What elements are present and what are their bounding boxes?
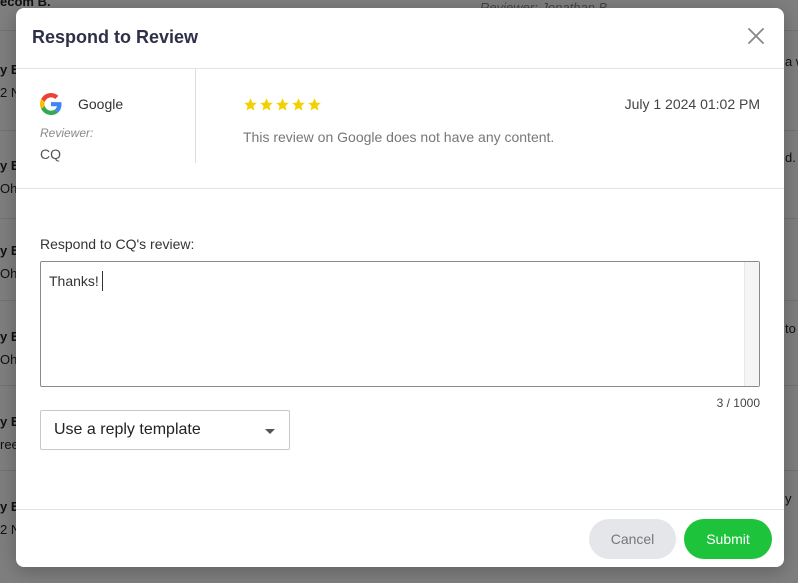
- cancel-button[interactable]: Cancel: [589, 519, 676, 559]
- review-summary: Google Reviewer: CQ July 1 2024 01:02 PM…: [16, 69, 784, 189]
- star-icon: [308, 98, 321, 111]
- reviewer-label: Reviewer:: [40, 126, 94, 140]
- close-icon: [748, 28, 764, 44]
- respond-label: Respond to CQ's review:: [40, 236, 195, 252]
- template-select-label: Use a reply template: [54, 421, 201, 438]
- reply-template-select[interactable]: Use a reply template: [40, 410, 290, 450]
- star-icon: [276, 98, 289, 111]
- modal-title: Respond to Review: [32, 27, 199, 47]
- star-icon: [244, 98, 257, 111]
- star-icon: [292, 98, 305, 111]
- textarea-scrollbar[interactable]: [744, 262, 759, 386]
- review-source-name: Google: [78, 96, 124, 112]
- modal-footer: Cancel Submit: [16, 509, 784, 567]
- review-date: July 1 2024 01:02 PM: [624, 96, 760, 112]
- modal-header: Respond to Review: [16, 8, 784, 69]
- google-logo-icon: [40, 93, 62, 115]
- close-button[interactable]: [746, 26, 766, 46]
- star-rating: [243, 97, 322, 112]
- review-content: This review on Google does not have any …: [243, 129, 555, 145]
- text-cursor: [101, 271, 103, 291]
- character-count: 3 / 1000: [716, 396, 760, 410]
- reviewer-name: CQ: [40, 146, 61, 162]
- reply-text: Thanks!: [49, 273, 99, 289]
- vertical-divider: [195, 69, 196, 163]
- chevron-down-icon: [265, 429, 275, 434]
- respond-review-modal: Respond to Review Google Reviewer: CQ Ju…: [16, 8, 784, 567]
- star-icon: [260, 98, 273, 111]
- submit-button[interactable]: Submit: [684, 519, 772, 559]
- reply-textarea[interactable]: Thanks!: [40, 261, 760, 387]
- reply-text-wrapper: Thanks!: [49, 271, 103, 291]
